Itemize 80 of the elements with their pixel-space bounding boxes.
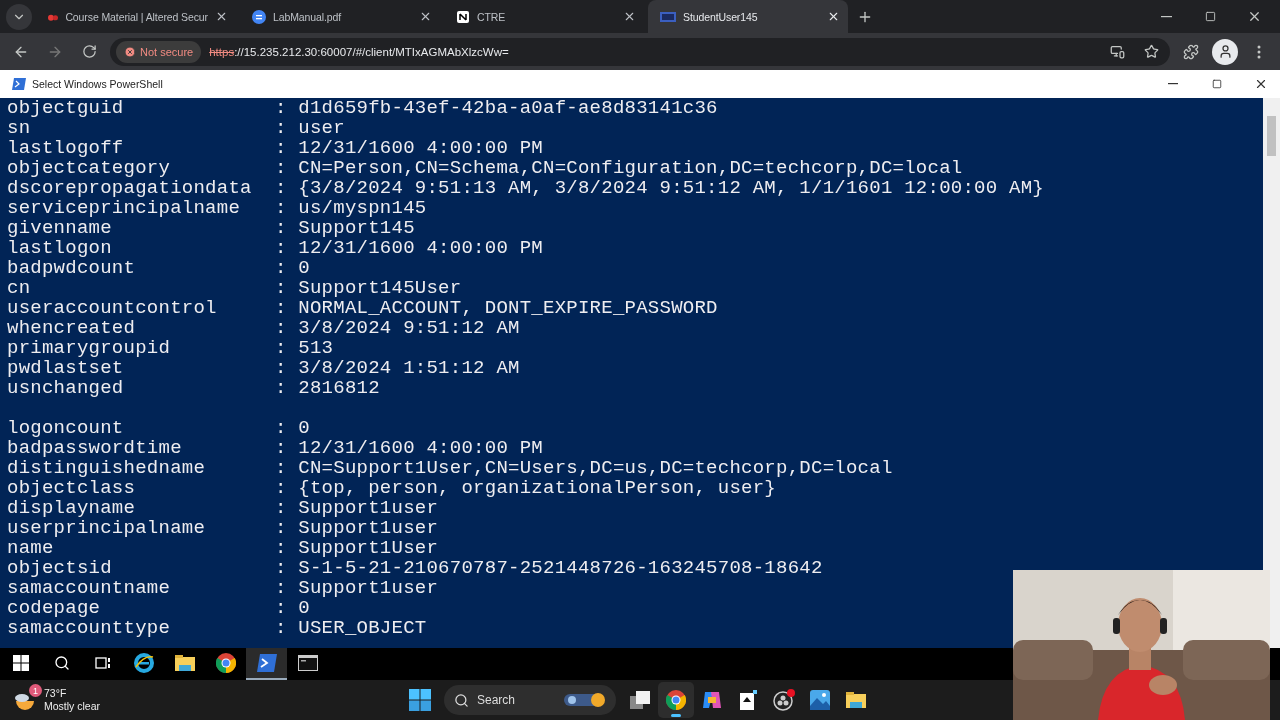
security-chip[interactable]: Not secure — [116, 40, 202, 63]
windows-icon — [409, 689, 431, 711]
search-field[interactable]: Search — [444, 685, 616, 715]
photos-icon — [810, 690, 830, 710]
warning-icon — [124, 45, 136, 58]
taskbar-app[interactable] — [658, 682, 694, 718]
minimize-icon — [1160, 15, 1172, 18]
console-line: pwdlastset : 3/8/2024 1:51:12 AM — [7, 357, 520, 379]
weather-condition: Mostly clear — [44, 700, 100, 713]
browser-tab[interactable]: StudentUser145 — [648, 0, 848, 33]
console-line: usnchanged : 2816812 — [7, 377, 380, 399]
console-line: name : Support1User — [7, 537, 439, 559]
task-view-icon — [94, 656, 111, 670]
console-line: codepage : 0 — [7, 597, 310, 619]
window-title: Select Windows PowerShell — [32, 78, 163, 90]
console-line: serviceprincipalname : us/myspn145 — [7, 197, 427, 219]
console-line: distinguishedname : CN=Support1User,CN=Users,DC=us,DC=techcorp,DC=local — [7, 457, 893, 479]
puzzle-icon — [1183, 43, 1199, 60]
folder-icon — [174, 655, 195, 671]
url-text: https://15.235.212.30:60007/#/client/MTIxAGMAbXlzcWw= — [209, 45, 509, 58]
close-icon[interactable] — [623, 10, 636, 23]
browser-tab[interactable]: CTRE — [444, 0, 644, 33]
console-line: lastlogoff : 12/31/1600 4:00:00 PM — [7, 137, 543, 159]
menu-icon — [1257, 44, 1261, 59]
close-icon[interactable] — [419, 10, 432, 23]
devices-icon — [1109, 44, 1125, 59]
search-icon — [454, 692, 469, 708]
close-icon — [1254, 77, 1268, 91]
windows-icon — [12, 655, 29, 671]
console-line: samaccountname : Support1user — [7, 577, 439, 599]
powershell-icon — [256, 654, 277, 672]
scrollbar[interactable] — [1263, 98, 1280, 648]
browser-tab[interactable]: LabManual.pdf — [240, 0, 440, 33]
close-icon[interactable] — [827, 10, 840, 23]
console-line: dscorepropagationdata : {3/8/2024 9:51:13 AM, 3/8/2024 9:51:12 AM, 1/1/1601 12:00:00 AM} — [7, 177, 1044, 199]
copilot-icon — [701, 690, 723, 710]
console-line: sn : user — [7, 117, 345, 139]
console-line: samaccounttype : USER_OBJECT — [7, 617, 427, 639]
console-line: objectclass : {top, person, organizationalPerson, user} — [7, 477, 777, 499]
console-line: useraccountcontrol : NORMAL_ACCOUNT, DONT_EXPIRE_PASSWORD — [7, 297, 718, 319]
terminal-icon — [297, 655, 318, 671]
search-highlight-icon — [562, 691, 606, 709]
temperature-text: 73°F — [44, 687, 68, 700]
console-line: badpasswordtime : 12/31/1600 4:00:00 PM — [7, 437, 543, 459]
document-icon — [252, 9, 266, 24]
notion-icon — [456, 9, 470, 24]
browser-tab[interactable]: Course Material | Altered Secur — [36, 0, 236, 33]
playing-cards-icon — [738, 690, 758, 710]
browser-e-icon — [133, 653, 154, 673]
console-line: objectsid : S-1-5-21-210670787-2521448726-163245708-18642 — [7, 557, 823, 579]
maximize-icon — [1204, 11, 1216, 22]
search-icon — [53, 655, 70, 671]
console-line: objectguid : d1d659fb-43ef-42ba-a0af-ae8d83141c36 — [7, 98, 718, 119]
camera-record-icon — [773, 689, 795, 711]
console-line: objectcategory : CN=Person,CN=Schema,CN=Configuration,DC=techcorp,DC=local — [7, 157, 963, 179]
notification-badge: 1 — [29, 684, 42, 697]
address-bar[interactable]: Not secure https://15.235.212.30:60007/#/client/MTIxAGMAbXlzcWw= — [110, 37, 1170, 66]
console-line: givenname : Support145 — [7, 217, 415, 239]
chrome-icon — [215, 653, 236, 673]
console-line: logoncount : 0 — [7, 417, 310, 439]
minimize-icon — [1168, 83, 1178, 85]
reload-icon — [81, 44, 97, 59]
console-line: lastlogon : 12/31/1600 4:00:00 PM — [7, 237, 543, 259]
screen-icon — [660, 10, 676, 23]
star-icon — [1143, 44, 1159, 59]
taskbar-app[interactable] — [246, 648, 287, 680]
console-line: userprincipalname : Support1user — [7, 517, 439, 539]
console-line: whencreated : 3/8/2024 9:51:12 AM — [7, 317, 520, 339]
profile-avatar[interactable] — [1212, 38, 1238, 65]
maximize-icon — [1212, 79, 1222, 89]
console-line: cn : Support145User — [7, 277, 462, 299]
person-icon — [1217, 44, 1233, 59]
windows-stack-icon — [630, 691, 650, 709]
console-line: displayname : Support1user — [7, 497, 439, 519]
folder-icon — [846, 692, 866, 708]
console-line: primarygroupid : 513 — [7, 337, 334, 359]
console-line: badpwdcount : 0 — [7, 257, 310, 279]
close-icon[interactable] — [215, 10, 228, 23]
chrome-icon — [666, 690, 686, 710]
powershell-icon — [12, 78, 26, 90]
